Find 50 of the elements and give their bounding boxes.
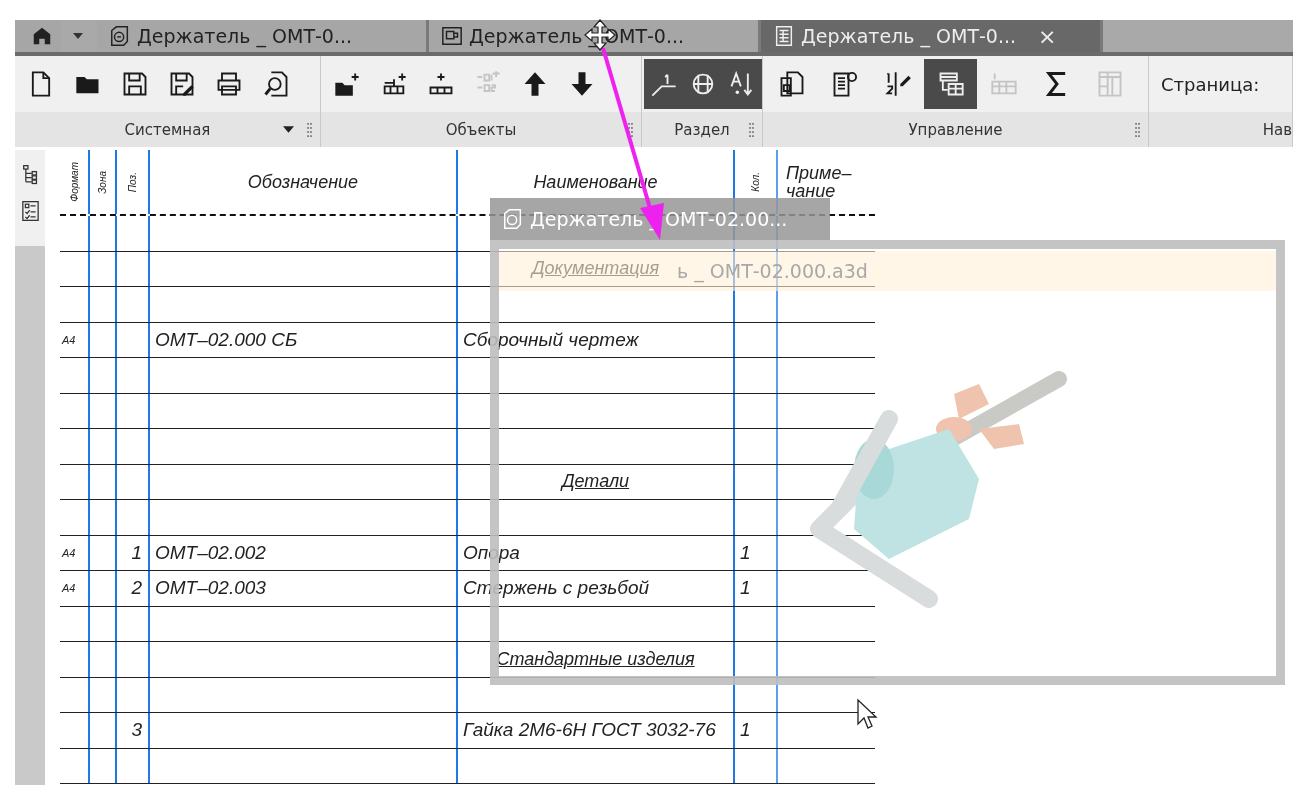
part-document-icon bbox=[502, 208, 524, 230]
table-cell-text: 1 bbox=[739, 719, 751, 742]
page-label: Страница: bbox=[1161, 73, 1260, 95]
table-cell-text: 2 bbox=[130, 577, 143, 600]
section-heading: Документация bbox=[531, 258, 660, 280]
group-label: Нав bbox=[1262, 120, 1292, 139]
table-cell-text: ОМТ–02.002 bbox=[154, 541, 266, 564]
column-header: Обозначение bbox=[247, 173, 359, 191]
close-button[interactable]: × bbox=[1038, 23, 1057, 49]
table-cell-text: ОМТ–02.000 СБ bbox=[154, 328, 298, 351]
grip-icon[interactable] bbox=[1135, 122, 1140, 137]
part-document-icon bbox=[109, 25, 131, 47]
grip-icon[interactable] bbox=[628, 122, 633, 137]
document-tab[interactable]: Держатель _ ОМТ-0... × bbox=[761, 20, 1103, 52]
column-header: Приме– чание bbox=[786, 164, 852, 200]
section-heading: Стандартные изделия bbox=[496, 648, 695, 670]
caret-icon[interactable] bbox=[73, 33, 83, 39]
table-cell-text: 1 bbox=[739, 541, 751, 564]
numbers-pencil-icon bbox=[883, 70, 912, 98]
section-heading: Детали bbox=[561, 471, 630, 493]
grip-icon[interactable] bbox=[307, 122, 312, 137]
group-label: Раздел bbox=[674, 120, 730, 139]
table-cell-text: Стержень с резьбой bbox=[462, 577, 650, 600]
dropdown-caret-icon[interactable] bbox=[283, 126, 294, 133]
tree-icon[interactable] bbox=[21, 164, 39, 186]
table-cell: А4 bbox=[60, 333, 76, 346]
table-document-icon bbox=[773, 25, 795, 47]
grip-icon[interactable] bbox=[749, 122, 754, 137]
drawing-frame-icon bbox=[441, 25, 463, 47]
preview-icon bbox=[261, 70, 290, 98]
group-label: Системная bbox=[124, 120, 211, 139]
table-cell: А4 bbox=[60, 546, 76, 559]
table-cell: А4 bbox=[60, 582, 76, 595]
toolbar-button[interactable] bbox=[722, 59, 762, 109]
group-label: Управление bbox=[908, 120, 1003, 139]
table-cell-text: Сборочный чертеж bbox=[462, 328, 639, 351]
column-header: Поз. bbox=[127, 171, 138, 193]
table-cell-text: ОМТ–02.003 bbox=[154, 577, 266, 600]
checklist-icon[interactable] bbox=[21, 200, 39, 222]
table-cell-text: Гайка 2М6-6Н ГОСТ 3032-76 bbox=[462, 719, 716, 742]
column-header: Зона bbox=[97, 170, 108, 194]
toolbar-button[interactable] bbox=[924, 59, 977, 109]
home-icon bbox=[31, 25, 53, 47]
table-cell-text: 1 bbox=[130, 541, 143, 564]
table-cell-text: 3 bbox=[130, 719, 143, 742]
table-cell-text: Опора bbox=[462, 541, 520, 564]
column-header: Формат bbox=[68, 162, 80, 202]
group-label: Объекты bbox=[445, 120, 517, 139]
table-cell-text: 1 bbox=[739, 577, 751, 600]
column-header: Кол. bbox=[750, 172, 761, 192]
